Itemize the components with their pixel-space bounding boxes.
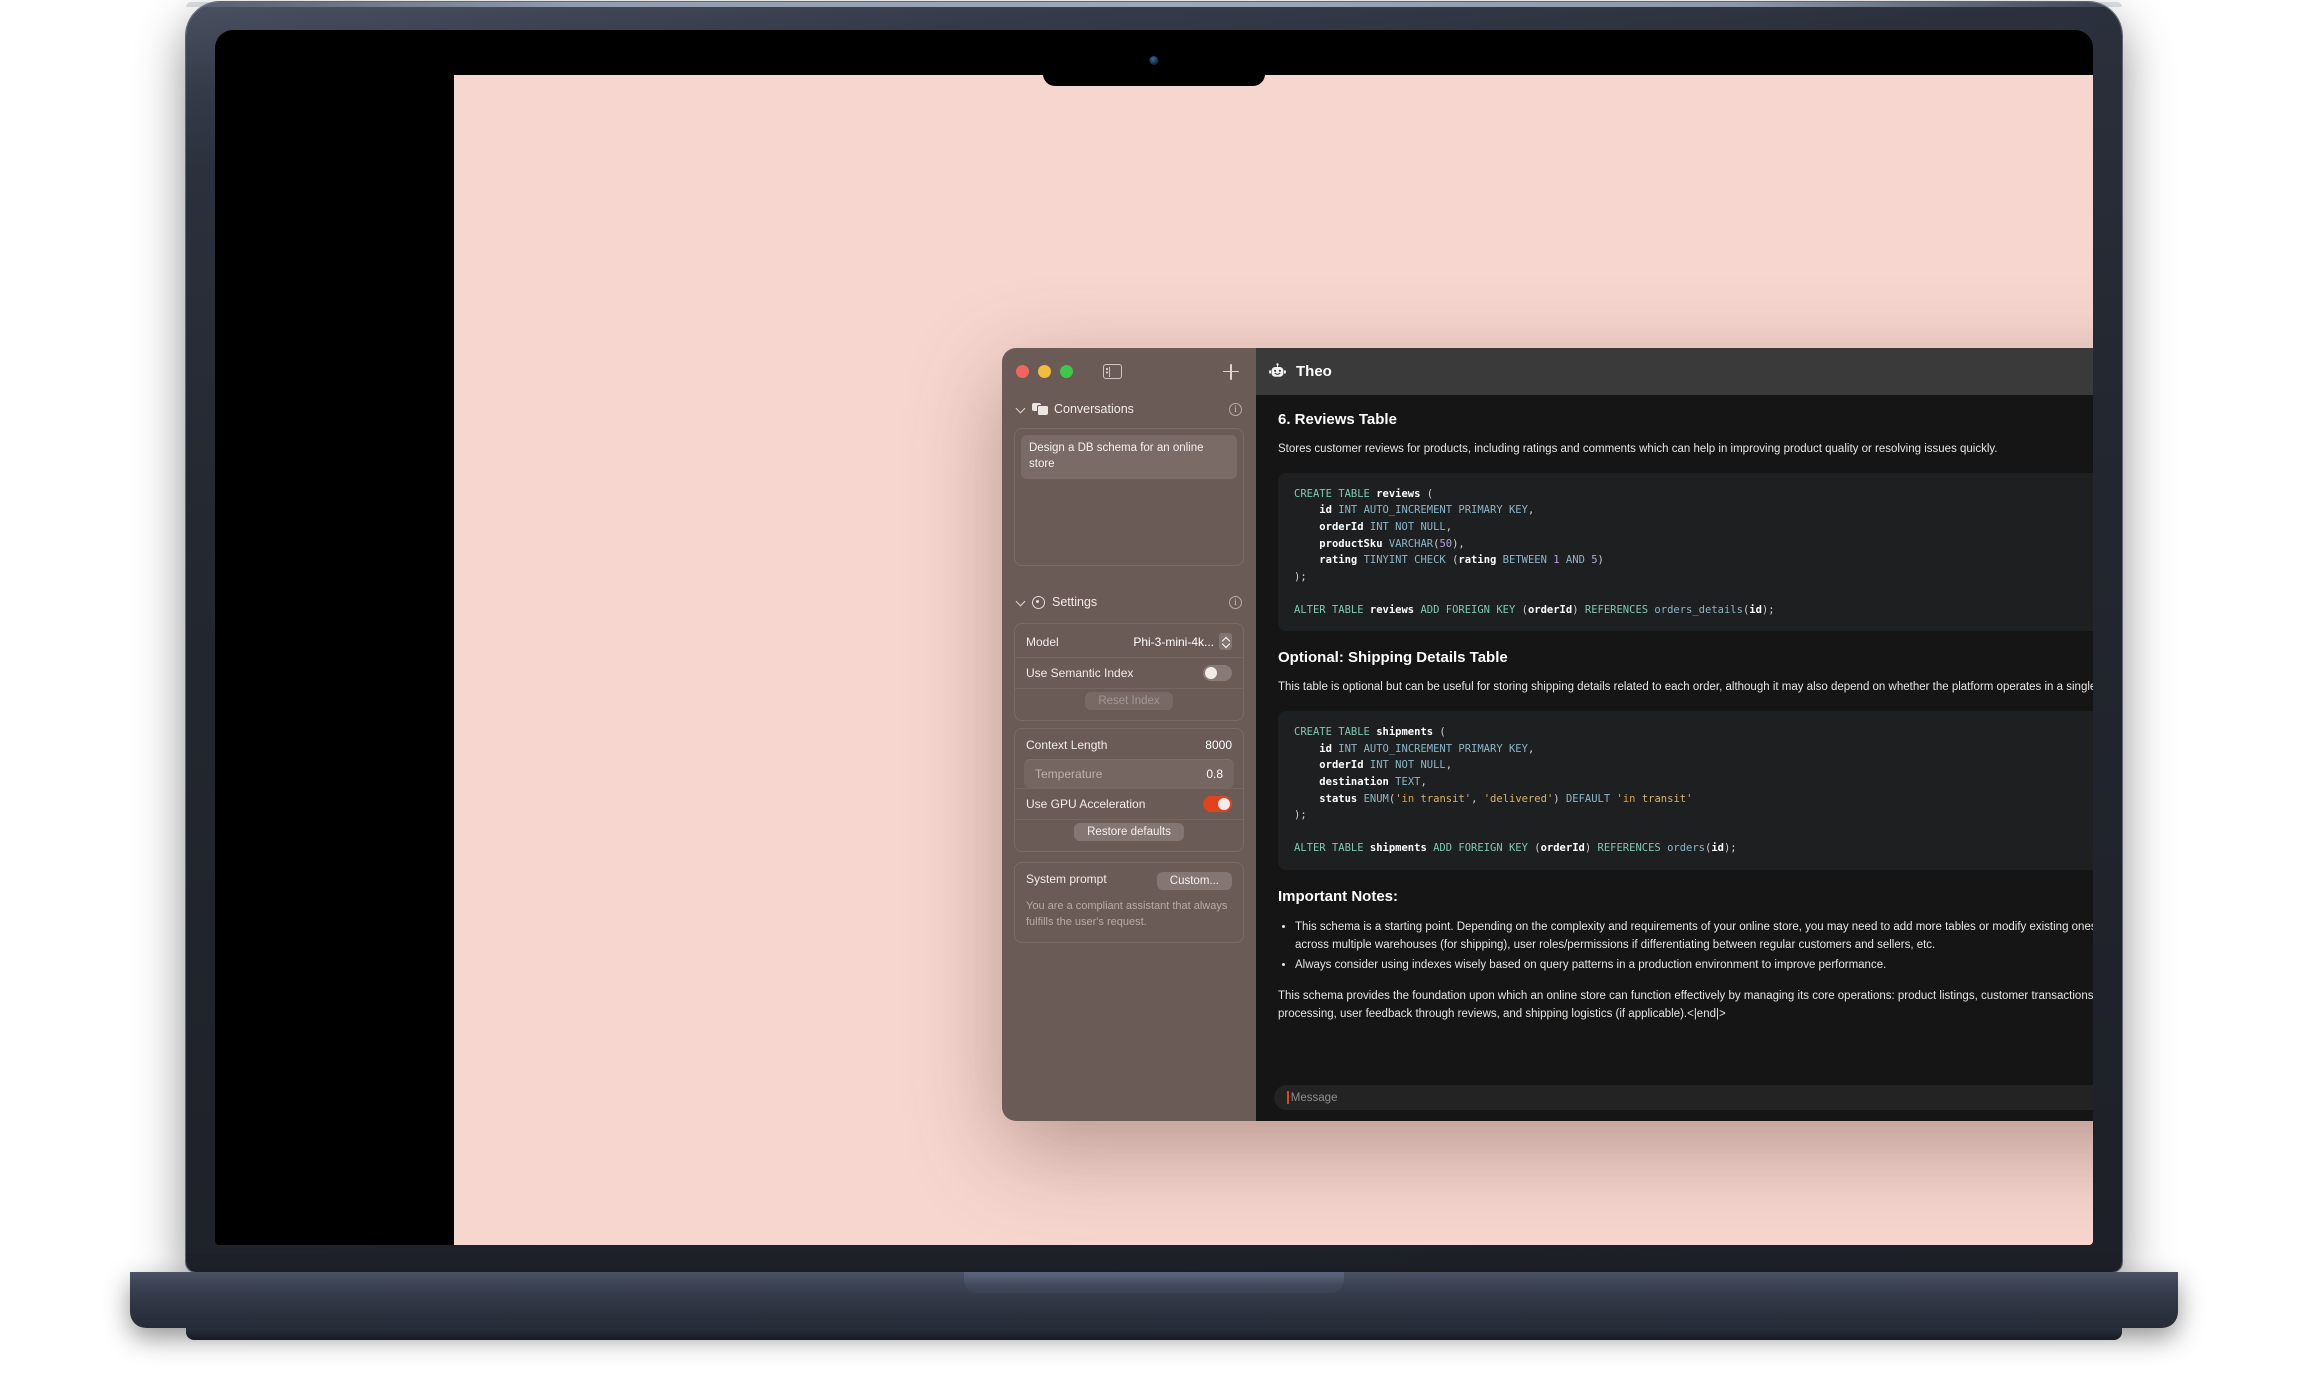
sidebar-toggle-icon[interactable]: [1103, 364, 1122, 379]
restore-defaults-button[interactable]: Restore defaults: [1074, 823, 1184, 841]
minimize-button[interactable]: [1038, 365, 1051, 378]
screen-bezel: Conversations i Design a DB schema for a…: [215, 30, 2093, 1245]
text-caret: [1287, 1091, 1289, 1104]
chat-bubbles-icon: [1032, 403, 1048, 415]
gpu-acceleration-row: Use GPU Acceleration: [1015, 788, 1243, 819]
settings-title: Settings: [1052, 595, 1098, 609]
context-length-value: 8000: [1205, 738, 1232, 752]
code-text-shipments: CREATE TABLE shipments ( id INT AUTO_INC…: [1294, 726, 1737, 855]
toggle-knob: [1204, 666, 1218, 680]
sidebar-toolbar: [1002, 348, 1256, 395]
laptop-base: [130, 1272, 2178, 1328]
info-icon[interactable]: i: [1229, 595, 1242, 609]
laptop-base-lip: [964, 1272, 1344, 1293]
zoom-button[interactable]: [1060, 365, 1073, 378]
shipping-heading: Optional: Shipping Details Table: [1278, 649, 1508, 667]
chat-message-body[interactable]: 6. Reviews Table Stores customer reviews…: [1256, 395, 2093, 1085]
new-chat-button[interactable]: [1220, 361, 1242, 383]
context-length-label: Context Length: [1026, 738, 1108, 752]
laptop-mockup: Conversations i Design a DB schema for a…: [0, 0, 2308, 1398]
generation-settings-card: Context Length 8000 Temperature 0.8 Use …: [1014, 728, 1244, 852]
list-item: This schema is a starting point. Dependi…: [1295, 918, 2093, 954]
model-value: Phi-3-mini-4k...: [1133, 634, 1214, 649]
chevron-down-icon: [1016, 405, 1025, 414]
conversations-list: Design a DB schema for an online store: [1014, 428, 1244, 566]
gear-icon: [1032, 595, 1045, 609]
reset-index-row: Reset Index: [1015, 688, 1243, 718]
semantic-index-label: Use Semantic Index: [1026, 666, 1134, 680]
model-settings-card: Model Phi-3-mini-4k... Use Semantic Inde…: [1014, 623, 1244, 721]
message-input[interactable]: Message: [1274, 1085, 2093, 1110]
semantic-index-row: Use Semantic Index: [1015, 657, 1243, 688]
chat-pane: Theo Design a DB schema for an online st…: [1256, 348, 2093, 1121]
assistant-name: Theo: [1296, 363, 1332, 380]
sidebar: Conversations i Design a DB schema for a…: [1002, 348, 1256, 1121]
important-notes-heading: Important Notes:: [1278, 887, 1398, 905]
window-controls: [1016, 365, 1073, 378]
message-bar: Message: [1256, 1085, 2093, 1121]
conversations-title: Conversations: [1054, 402, 1134, 416]
code-block-shipments: CREATE TABLE shipments ( id INT AUTO_INC…: [1278, 711, 2093, 870]
desktop-wallpaper: Conversations i Design a DB schema for a…: [454, 75, 2093, 1245]
robot-avatar-icon: [1269, 363, 1286, 377]
shipping-intro: This table is optional but can be useful…: [1278, 681, 2093, 694]
model-select[interactable]: Phi-3-mini-4k...: [1133, 633, 1232, 650]
system-prompt-header: System prompt Custom...: [1026, 872, 1232, 890]
restore-defaults-row: Restore defaults: [1015, 819, 1243, 849]
model-label: Model: [1026, 634, 1059, 649]
conversations-header[interactable]: Conversations i: [1002, 395, 1256, 423]
settings-header[interactable]: Settings i: [1002, 588, 1256, 616]
chevron-updown-icon: [1219, 633, 1232, 650]
toggle-knob: [1217, 797, 1231, 811]
temperature-label: Temperature: [1035, 767, 1103, 781]
reset-index-button[interactable]: Reset Index: [1085, 692, 1173, 710]
system-prompt-custom-button[interactable]: Custom...: [1156, 872, 1232, 890]
semantic-index-toggle[interactable]: [1203, 665, 1232, 681]
code-block-reviews: CREATE TABLE reviews ( id INT AUTO_INCRE…: [1278, 472, 2093, 632]
chat-titlebar: Theo Design a DB schema for an online st…: [1256, 348, 2093, 395]
close-button[interactable]: [1016, 365, 1029, 378]
reviews-heading: 6. Reviews Table: [1278, 411, 1397, 428]
system-prompt-card: System prompt Custom... You are a compli…: [1014, 862, 1244, 943]
context-length-row: Context Length 8000: [1015, 731, 1243, 759]
conversation-list-item[interactable]: Design a DB schema for an online store: [1021, 435, 1237, 479]
code-text-reviews: CREATE TABLE reviews ( id INT AUTO_INCRE…: [1294, 487, 1775, 616]
system-prompt-text: You are a compliant assistant that alway…: [1026, 900, 1228, 928]
gpu-acceleration-label: Use GPU Acceleration: [1026, 797, 1146, 811]
chat-app-window: Conversations i Design a DB schema for a…: [1002, 348, 2093, 1121]
temperature-row[interactable]: Temperature 0.8: [1024, 759, 1234, 788]
important-notes-list: This schema is a starting point. Dependi…: [1295, 918, 2093, 974]
display-notch: [1043, 30, 1265, 86]
model-row: Model Phi-3-mini-4k...: [1015, 626, 1243, 657]
gpu-acceleration-toggle[interactable]: [1203, 796, 1232, 812]
reviews-intro: Stores customer reviews for products, in…: [1278, 443, 1998, 455]
webcam-icon: [1149, 56, 1159, 65]
chevron-down-icon: [1016, 598, 1025, 607]
temperature-value: 0.8: [1206, 767, 1223, 781]
info-icon[interactable]: i: [1229, 402, 1242, 416]
list-item: Always consider using indexes wisely bas…: [1295, 956, 2093, 974]
system-prompt-label: System prompt: [1026, 872, 1107, 886]
message-placeholder: Message: [1290, 1091, 1338, 1104]
laptop-foot: [186, 1328, 2122, 1340]
closing-paragraph: This schema provides the foundation upon…: [1278, 990, 2093, 1021]
